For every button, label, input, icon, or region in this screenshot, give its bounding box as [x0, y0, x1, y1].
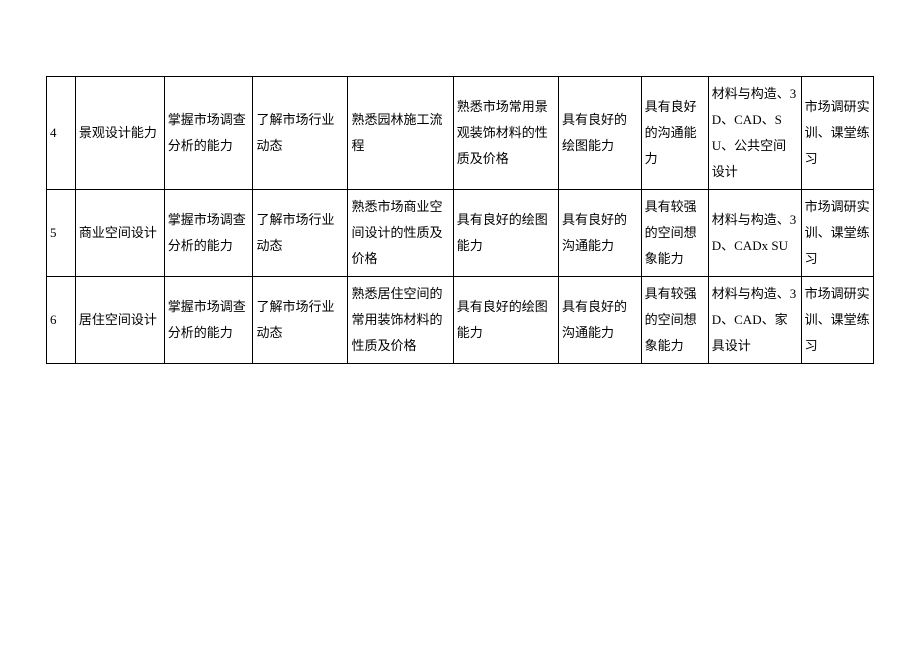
cell-c7: 具有较强的空间想象能力: [641, 277, 708, 364]
cell-c2: 掌握市场调查分析的能力: [164, 190, 253, 277]
cell-c3: 了解市场行业动态: [253, 77, 348, 190]
cell-c7: 具有良好的沟通能力: [641, 77, 708, 190]
cell-c9: 市场调研实训、课堂练习: [801, 77, 873, 190]
cell-c5: 具有良好的绘图能力: [453, 277, 558, 364]
data-table: 4 景观设计能力 掌握市场调查分析的能力 了解市场行业动态 熟悉园林施工流程 熟…: [46, 76, 874, 364]
cell-c9: 市场调研实训、课堂练习: [801, 190, 873, 277]
cell-c2: 掌握市场调查分析的能力: [164, 77, 253, 190]
cell-num: 4: [47, 77, 76, 190]
cell-c3: 了解市场行业动态: [253, 190, 348, 277]
cell-ability: 景观设计能力: [75, 77, 164, 190]
table-row: 6 居住空间设计 掌握市场调查分析的能力 了解市场行业动态 熟悉居住空间的常用装…: [47, 277, 874, 364]
cell-c6: 具有良好的沟通能力: [559, 190, 642, 277]
cell-c8: 材料与构造、3D、CADx SU: [708, 190, 801, 277]
cell-c3: 了解市场行业动态: [253, 277, 348, 364]
cell-ability: 居住空间设计: [75, 277, 164, 364]
cell-c5: 熟悉市场常用景观装饰材料的性质及价格: [453, 77, 558, 190]
cell-c4: 熟悉居住空间的常用装饰材料的性质及价格: [348, 277, 453, 364]
cell-num: 6: [47, 277, 76, 364]
cell-c7: 具有较强的空间想象能力: [641, 190, 708, 277]
cell-c8: 材料与构造、3D、CAD、SU、公共空间设计: [708, 77, 801, 190]
cell-c4: 熟悉市场商业空间设计的性质及价格: [348, 190, 453, 277]
cell-c8: 材料与构造、3D、CAD、家具设计: [708, 277, 801, 364]
cell-c2: 掌握市场调查分析的能力: [164, 277, 253, 364]
table-row: 4 景观设计能力 掌握市场调查分析的能力 了解市场行业动态 熟悉园林施工流程 熟…: [47, 77, 874, 190]
cell-c5: 具有良好的绘图能力: [453, 190, 558, 277]
cell-c9: 市场调研实训、课堂练习: [801, 277, 873, 364]
cell-c4: 熟悉园林施工流程: [348, 77, 453, 190]
cell-num: 5: [47, 190, 76, 277]
cell-c6: 具有良好的沟通能力: [559, 277, 642, 364]
cell-ability: 商业空间设计: [75, 190, 164, 277]
table-row: 5 商业空间设计 掌握市场调查分析的能力 了解市场行业动态 熟悉市场商业空间设计…: [47, 190, 874, 277]
cell-c6: 具有良好的绘图能力: [559, 77, 642, 190]
